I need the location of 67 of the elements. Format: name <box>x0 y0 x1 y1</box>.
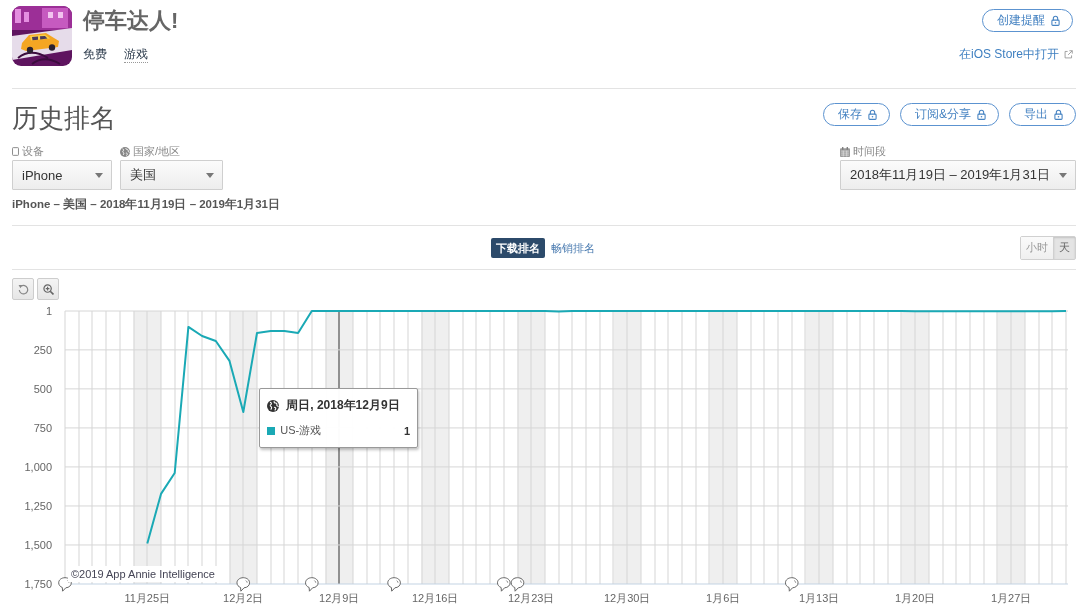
x-axis-label: 1月6日 <box>706 592 741 604</box>
country-dropdown[interactable]: 美国 <box>120 160 223 190</box>
speech-bubble-icon[interactable] <box>305 577 319 592</box>
reset-zoom-button[interactable] <box>12 278 34 300</box>
tooltip-title: 周日, 2018年12月9日 <box>286 397 400 414</box>
field-label: 国家/地区 <box>133 145 181 158</box>
y-axis-label: 1,250 <box>24 499 52 512</box>
category-link[interactable]: 游戏 <box>124 46 148 63</box>
rank-tab[interactable]: 畅销排名 <box>549 237 597 258</box>
series-label: US-游戏 <box>280 423 322 438</box>
speech-bubble-icon[interactable] <box>387 577 401 592</box>
create-alert-button[interactable]: 创建提醒 <box>982 9 1073 32</box>
speech-bubble-icon[interactable] <box>511 577 524 592</box>
globe-icon <box>267 399 280 412</box>
calendar-icon <box>840 146 850 157</box>
speech-bubble-icon[interactable] <box>236 577 250 592</box>
x-axis-label: 1月20日 <box>895 592 936 604</box>
field-label: 时间段 <box>853 145 886 158</box>
date-range-dropdown[interactable]: 2018年11月19日 – 2019年1月31日 <box>840 160 1076 190</box>
granularity-button[interactable]: 天 <box>1053 236 1075 259</box>
device-dropdown[interactable]: iPhone <box>12 160 112 190</box>
lock-icon <box>1054 109 1063 120</box>
reset-icon <box>17 283 29 295</box>
caret-icon <box>206 172 214 178</box>
lock-icon <box>977 109 986 120</box>
x-axis-label: 1月27日 <box>990 592 1032 604</box>
speech-bubble-icon[interactable] <box>785 577 799 592</box>
x-axis-label: 12月9日 <box>319 592 360 604</box>
y-axis-label: 1 <box>45 305 52 317</box>
external-link-icon <box>1064 49 1073 59</box>
lock-icon <box>868 109 877 120</box>
granularity-button[interactable]: 小时 <box>1021 236 1053 259</box>
car-app-icon <box>12 6 72 66</box>
x-axis-label: 11月25日 <box>124 592 171 604</box>
x-axis-label: 12月30日 <box>603 592 651 604</box>
y-axis-label: 1,500 <box>24 539 52 551</box>
section-title: 历史排名 <box>12 102 116 135</box>
summary-text: iPhone – 美国 – 2018年11月19日 – 2019年1月31日 <box>12 197 281 211</box>
y-axis-label: 750 <box>33 421 52 434</box>
action-button[interactable]: 保存 <box>823 103 890 126</box>
rank-tab[interactable]: 下载排名 <box>491 237 545 258</box>
price-text: 免费 <box>83 46 107 63</box>
speech-bubble-icon[interactable] <box>58 577 72 592</box>
x-axis-label: 12月2日 <box>223 592 264 604</box>
caret-icon <box>95 172 103 178</box>
app-title: 停车达人! <box>83 8 179 34</box>
copyright-text: ©2019 App Annie Intelligence <box>68 566 218 582</box>
zoom-in-icon <box>42 283 54 295</box>
caret-icon <box>1059 172 1067 178</box>
speech-bubble-icon[interactable] <box>497 577 511 592</box>
device-icon <box>12 147 19 156</box>
x-axis-label: 12月23日 <box>508 592 555 604</box>
action-button[interactable]: 订阅&分享 <box>900 103 999 126</box>
store-link[interactable]: 在iOS Store中打开 <box>958 46 1073 62</box>
zoom-in-button[interactable] <box>37 278 59 300</box>
rank-value: 1 <box>404 424 411 437</box>
x-axis-label: 12月16日 <box>412 592 459 604</box>
lock-icon <box>1051 15 1060 26</box>
action-button[interactable]: 导出 <box>1009 103 1076 126</box>
y-axis-label: 250 <box>33 343 52 356</box>
y-axis-label: 1,000 <box>24 460 52 473</box>
field-label: 设备 <box>22 145 44 158</box>
x-axis-label: 1月13日 <box>799 592 840 604</box>
y-axis-label: 1,750 <box>24 578 52 590</box>
globe-icon <box>120 146 130 157</box>
color-swatch-icon <box>267 426 276 435</box>
y-axis-label: 500 <box>33 382 52 395</box>
